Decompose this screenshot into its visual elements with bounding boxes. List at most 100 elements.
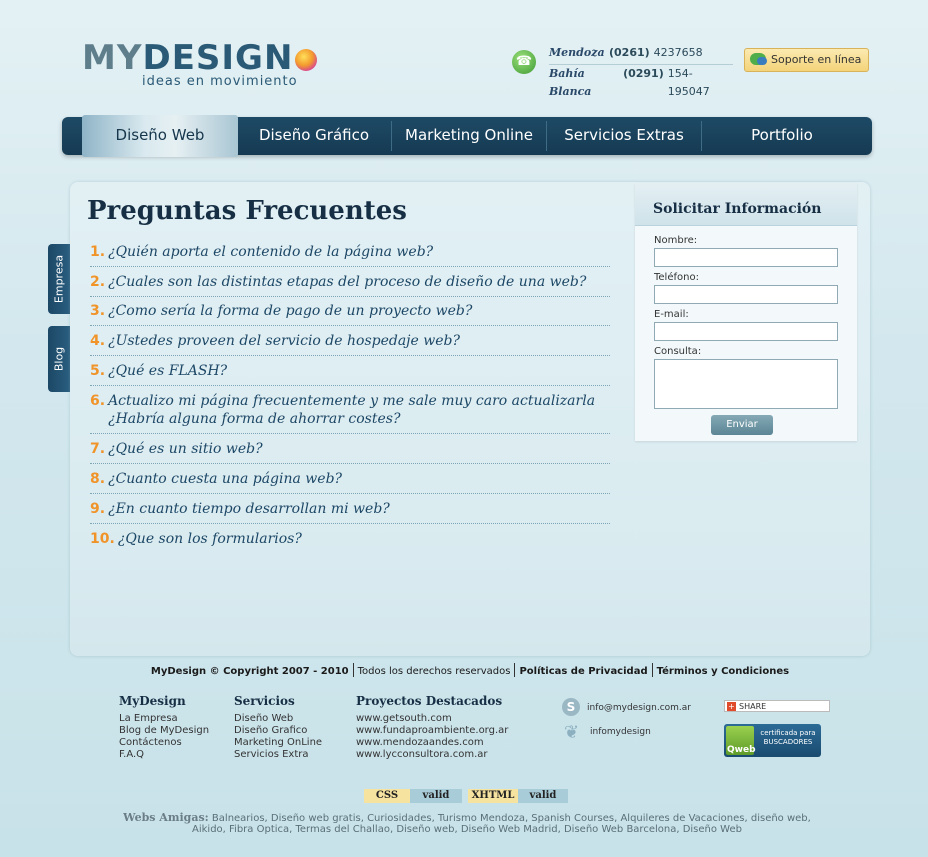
faq-question: ¿Qué es FLASH? (108, 363, 228, 379)
qweb-text: certificada para BUSCADORES (760, 729, 816, 746)
divider (352, 663, 354, 677)
terms-link[interactable]: Términos y Condiciones (657, 666, 789, 677)
faq-item[interactable]: 4. ¿Ustedes proveen del servicio de hospe… (90, 326, 610, 356)
contact-number: 4237658 (653, 46, 703, 59)
msn-contact[interactable]: infomydesign (590, 727, 651, 737)
footer-link[interactable]: Diseño Web (234, 713, 322, 725)
nav-item-portfolio[interactable]: Portfolio (702, 117, 862, 155)
footer-col-servicios: Servicios Diseño Web Diseño Grafico Mark… (234, 694, 322, 761)
nav-item-marketing-online[interactable]: Marketing Online (392, 117, 546, 155)
faq-number: 9. (90, 501, 106, 517)
footer-col-title: Proyectos Destacados (356, 694, 503, 708)
footer-copyright-bar: MyDesign © Copyright 2007 - 2010 Todos lo… (70, 663, 870, 677)
footer-col-title: MyDesign (119, 694, 186, 708)
form-title: Solicitar Información (653, 201, 822, 217)
phone-field[interactable] (654, 285, 838, 304)
privacy-link[interactable]: Políticas de Privacidad (519, 666, 647, 677)
faq-list: 1. ¿Quién aporta el contenido de la págin… (90, 240, 610, 553)
footer-col-title: Servicios (234, 694, 295, 708)
faq-question: ¿Quién aporta el contenido de la página … (108, 244, 434, 260)
footer-link[interactable]: Contáctenos (119, 737, 209, 749)
nav-item-diseno-web[interactable]: Diseño Web (82, 115, 238, 157)
faq-number: 1. (90, 244, 106, 260)
divider (651, 663, 653, 677)
info-request-form: Solicitar Información Nombre: Teléfono: … (635, 183, 857, 441)
plus-icon: + (727, 702, 736, 711)
faq-question: ¿Cuales son las distintas etapas del pro… (108, 274, 587, 290)
faq-item[interactable]: 3. ¿Como sería la forma de pago de un pro… (90, 297, 610, 326)
xhtml-badge[interactable]: XHTML (468, 789, 518, 803)
name-field[interactable] (654, 248, 838, 267)
main-nav: Diseño Web Diseño Gráfico Marketing Onli… (62, 115, 872, 157)
footer-link[interactable]: www.lycconsultora.com.ar (356, 749, 508, 761)
qweb-brand: Qweb (727, 745, 756, 755)
logo-ball-icon (295, 49, 318, 71)
rights-text: Todos los derechos reservados (357, 666, 511, 677)
contact-code: (0261) (609, 46, 650, 59)
faq-item[interactable]: 2. ¿Cuales son las distintas etapas del p… (90, 267, 610, 297)
faq-number: 7. (90, 441, 106, 457)
side-tab-label: Empresa (52, 254, 66, 304)
submit-button[interactable]: Enviar (711, 415, 773, 435)
faq-number: 4. (90, 333, 106, 349)
footer-link[interactable]: Diseño Grafico (234, 725, 322, 737)
share-button[interactable]: + SHARE (724, 700, 830, 712)
faq-item[interactable]: 6. Actualizo mi página frecuentemente y m… (90, 386, 610, 434)
faq-number: 8. (90, 471, 106, 487)
css-badge[interactable]: CSS (364, 789, 410, 803)
side-tab-blog[interactable]: Blog (48, 326, 70, 392)
footer-link[interactable]: Marketing OnLine (234, 737, 322, 749)
skype-contact[interactable]: info@mydesign.com.ar (587, 703, 691, 713)
qweb-certification-badge[interactable]: Qweb certificada para BUSCADORES (724, 724, 821, 757)
faq-question: ¿En cuanto tiempo desarrollan mi web? (108, 501, 390, 517)
contact-row-mendoza: Mendoza (0261) 4237658 (549, 44, 733, 64)
faq-item[interactable]: 7. ¿Qué es un sitio web? (90, 434, 610, 464)
faq-item[interactable]: 8. ¿Cuanto cuesta una página web? (90, 464, 610, 494)
share-label: SHARE (739, 702, 767, 711)
xhtml-valid-badge[interactable]: valid (518, 789, 568, 803)
phone-label: Teléfono: (654, 272, 699, 283)
nav-item-servicios-extras[interactable]: Servicios Extras (547, 117, 701, 155)
css-valid-badge[interactable]: valid (410, 789, 462, 803)
footer-link[interactable]: F.A.Q (119, 749, 209, 761)
footer-link[interactable]: La Empresa (119, 713, 209, 725)
nav-item-diseno-grafico[interactable]: Diseño Gráfico (238, 117, 390, 155)
side-tab-label: Blog (52, 346, 66, 372)
faq-question: Actualizo mi página frecuentemente y me … (108, 393, 596, 427)
faq-number: 3. (90, 303, 106, 319)
logo-tagline: ideas en movimiento (142, 74, 298, 89)
contact-number: 154-195047 (667, 67, 710, 98)
email-field[interactable] (654, 322, 838, 341)
logo-wordmark: MYDESIGN (82, 40, 318, 76)
page-title: Preguntas Frecuentes (87, 196, 407, 226)
divider (514, 663, 516, 677)
faq-item[interactable]: 5. ¿Qué es FLASH? (90, 356, 610, 386)
contact-code: (0291) (623, 67, 664, 80)
footer-link[interactable]: Servicios Extra (234, 749, 322, 761)
footer-link[interactable]: www.mendozaandes.com (356, 737, 508, 749)
faq-question: ¿Como sería la forma de pago de un proye… (108, 303, 473, 319)
query-label: Consulta: (654, 346, 702, 357)
footer-col-mydesign: MyDesign La Empresa Blog de MyDesign Con… (119, 694, 209, 761)
faq-question: ¿Qué es un sitio web? (108, 441, 263, 457)
chat-bubble-icon-secondary (757, 57, 767, 65)
faq-item[interactable]: 1. ¿Quién aporta el contenido de la págin… (90, 240, 610, 267)
faq-number: 2. (90, 274, 106, 290)
footer-link[interactable]: www.fundaproambiente.org.ar (356, 725, 508, 737)
footer-link[interactable]: www.getsouth.com (356, 713, 508, 725)
faq-item[interactable]: 9. ¿En cuanto tiempo desarrollan mi web? (90, 494, 610, 524)
footer-link[interactable]: Blog de MyDesign (119, 725, 209, 737)
faq-item[interactable]: 10. ¿Que son los formularios? (90, 524, 610, 553)
faq-question: ¿Que son los formularios? (117, 531, 302, 547)
faq-number: 5. (90, 363, 106, 379)
query-textarea[interactable] (654, 359, 838, 409)
side-tab-empresa[interactable]: Empresa (48, 244, 70, 314)
contact-city: Mendoza (549, 46, 605, 59)
support-online-button[interactable]: Soporte en línea (744, 48, 869, 72)
friendly-websites-links[interactable]: Balnearios, Diseño web gratis, Curiosida… (192, 813, 811, 835)
friendly-websites-label: Webs Amigas: (123, 811, 209, 824)
faq-number: 6. (90, 393, 106, 409)
logo[interactable]: MYDESIGN ideas en movimiento (82, 40, 318, 89)
skype-icon: S (562, 698, 580, 716)
email-label: E-mail: (654, 309, 689, 320)
